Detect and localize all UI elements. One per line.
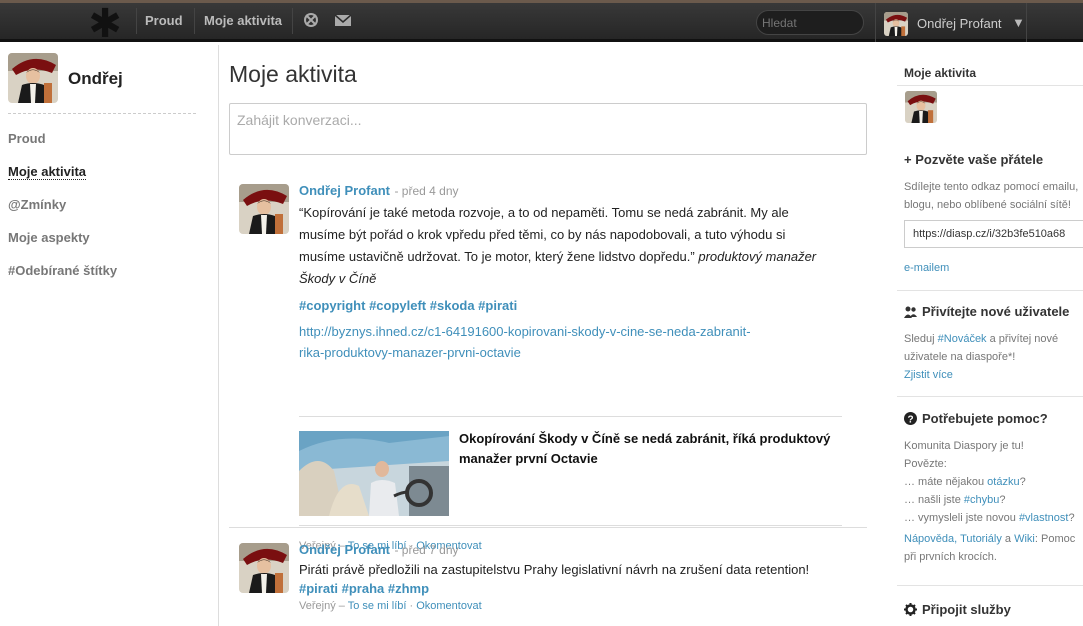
invite-url-field[interactable]: https://diasp.cz/i/32b3fe510a68 xyxy=(904,220,1083,248)
invite-description: Sdílejte tento odkaz pomocí emailu, blog… xyxy=(904,178,1078,214)
post-link-line[interactable]: http://byznys.ihned.cz/c1-64191600-kopir… xyxy=(299,321,839,342)
welcome-text: Sleduj xyxy=(904,333,935,345)
post-text: “Kopírování je také metoda rozvoje, a to… xyxy=(299,202,839,290)
help-text: … našli jste xyxy=(904,494,961,506)
notifications-icon[interactable] xyxy=(302,11,320,29)
welcome-description: Sleduj #Nováček a přivítej nové uživatel… xyxy=(904,330,1058,384)
help-text: : Pomoc xyxy=(1034,533,1076,545)
user-menu[interactable]: Ondřej Profant ▼ xyxy=(875,3,1027,42)
connect-services-heading: Připojit služby xyxy=(922,602,1011,617)
messages-envelope-icon[interactable] xyxy=(334,11,352,29)
invite-text-line: Sdílejte tento odkaz pomocí emailu, xyxy=(904,181,1079,193)
help-link[interactable]: Nápověda xyxy=(904,533,954,545)
newcomer-tag-link[interactable]: #Nováček xyxy=(938,333,987,345)
help-text: při prvních krocích. xyxy=(904,551,997,563)
help-text: a xyxy=(1004,533,1012,545)
learn-more-link[interactable]: Zjistit více xyxy=(904,366,1058,384)
help-heading: Potřebujete pomoc? xyxy=(922,411,1048,426)
nav-separator xyxy=(292,8,293,34)
divider xyxy=(8,113,196,114)
question-circle-icon: ? xyxy=(904,412,917,425)
post-author-link[interactable]: Ondřej Profant xyxy=(299,542,390,557)
feature-tag-link[interactable]: #vlastnost xyxy=(1019,512,1069,524)
post-external-link[interactable]: http://byznys.ihned.cz/c1-64191600-kopir… xyxy=(299,321,839,363)
post-author-link[interactable]: Ondřej Profant xyxy=(299,183,390,198)
oembed-title[interactable]: Okopírování Škody v Číně se nedá zabráni… xyxy=(459,429,859,469)
my-activity-heading: Moje aktivita xyxy=(904,66,977,80)
meta-separator: · xyxy=(409,600,414,612)
post-link-line[interactable]: rika-produktovy-manazer-prvni-octavie xyxy=(299,342,839,363)
welcome-heading: Přivítejte nové uživatele xyxy=(922,304,1070,319)
help-text: Povězte: xyxy=(904,458,947,470)
divider xyxy=(299,416,842,417)
help-text: ? xyxy=(1068,512,1075,524)
sidebar-item-followed-tags[interactable]: #Odebírané štítky xyxy=(8,263,117,278)
divider xyxy=(299,525,842,526)
oembed-thumbnail[interactable] xyxy=(299,431,449,516)
nav-my-activity-link[interactable]: Moje aktivita xyxy=(204,13,282,28)
divider xyxy=(897,585,1083,586)
tutorials-link[interactable]: Tutoriály xyxy=(960,533,1002,545)
oembed-title-line[interactable]: Okopírování Škody v Číně se nedá zabráni… xyxy=(459,429,859,449)
post-visibility: Veřejný – xyxy=(299,600,345,612)
help-text: … vymysleli jste novou xyxy=(904,512,1016,524)
avatar[interactable] xyxy=(905,91,937,123)
publisher-input[interactable]: Zahájit konverzaci... xyxy=(229,103,867,155)
avatar[interactable] xyxy=(239,184,289,234)
post-tags[interactable]: #pirati #praha #zhmp xyxy=(299,581,859,596)
nav-separator xyxy=(194,8,195,34)
wiki-link[interactable]: Wiki xyxy=(1014,533,1035,545)
invite-text-line: blogu, nebo oblíbené sociální sítě! xyxy=(904,199,1071,211)
avatar[interactable] xyxy=(8,53,58,103)
post-tags[interactable]: #copyright #copyleft #skoda #pirati xyxy=(299,298,839,313)
help-text: … máte nějakou xyxy=(904,476,985,488)
top-bar: ✱ Proud Moje aktivita Ondřej Profant ▼ xyxy=(0,0,1083,44)
profile-name[interactable]: Ondřej xyxy=(68,69,123,89)
welcome-text: uživatele na diaspoře*! xyxy=(904,351,1016,363)
post-text-italic: produktový manažer xyxy=(698,249,817,264)
search-input[interactable] xyxy=(756,10,864,35)
post-meta: Veřejný – To se mi líbí · Okomentovat xyxy=(299,600,859,612)
divider xyxy=(897,290,1083,291)
avatar xyxy=(884,12,908,36)
invite-email-link[interactable]: e-mailem xyxy=(904,259,949,277)
post-text-italic: Škody v Číně xyxy=(299,271,377,286)
post-timestamp[interactable]: - před 4 dny xyxy=(394,184,458,198)
post-divider xyxy=(229,527,867,528)
post-text: Piráti právě předložili na zastupitelstv… xyxy=(299,562,810,577)
question-link[interactable]: otázku xyxy=(987,476,1019,488)
sidebar-item-my-aspects[interactable]: Moje aspekty xyxy=(8,230,90,245)
left-sidebar: Ondřej Proud Moje aktivita @Zmínky Moje … xyxy=(0,45,219,626)
user-menu-name: Ondřej Profant xyxy=(917,16,1002,31)
help-description: Komunita Diaspory je tu! Povězte: … máte… xyxy=(904,437,1075,566)
post-timestamp[interactable]: - před 7 dny xyxy=(394,543,458,557)
help-text: Komunita Diaspory je tu! xyxy=(904,440,1024,452)
svg-text:?: ? xyxy=(907,415,913,426)
help-text: ? xyxy=(999,494,1006,506)
sidebar-item-my-activity[interactable]: Moje aktivita xyxy=(8,164,87,180)
help-text: ? xyxy=(1019,476,1026,488)
avatar[interactable] xyxy=(239,543,289,593)
post-text-line: musíme být pořád o krok vpředu před těmi… xyxy=(299,227,786,242)
page-title: Moje aktivita xyxy=(229,61,357,87)
oembed-title-line[interactable]: manažer první Octavie xyxy=(459,449,859,469)
users-icon xyxy=(904,306,917,318)
bug-tag-link[interactable]: #chybu xyxy=(964,494,999,506)
comment-link[interactable]: Okomentovat xyxy=(416,600,481,612)
nav-separator xyxy=(136,8,137,34)
welcome-text: a přivítej nové xyxy=(989,333,1059,345)
sidebar-item-stream[interactable]: Proud xyxy=(8,131,46,146)
gear-icon xyxy=(904,603,917,616)
post-text-line: musíme ustavičně udržovat. To je motor, … xyxy=(299,249,695,264)
sidebar-item-mentions[interactable]: @Zmínky xyxy=(8,197,66,212)
like-link[interactable]: To se mi líbí xyxy=(348,600,407,612)
divider xyxy=(897,396,1083,397)
divider xyxy=(897,85,1083,86)
invite-heading: + Pozvěte vaše přátele xyxy=(904,152,1044,167)
help-text: , xyxy=(954,533,958,545)
diaspora-logo-icon[interactable]: ✱ xyxy=(88,4,122,44)
chevron-down-icon: ▼ xyxy=(1012,15,1025,30)
post-text-line: “Kopírování je také metoda rozvoje, a to… xyxy=(299,205,789,220)
nav-stream-link[interactable]: Proud xyxy=(145,13,183,28)
